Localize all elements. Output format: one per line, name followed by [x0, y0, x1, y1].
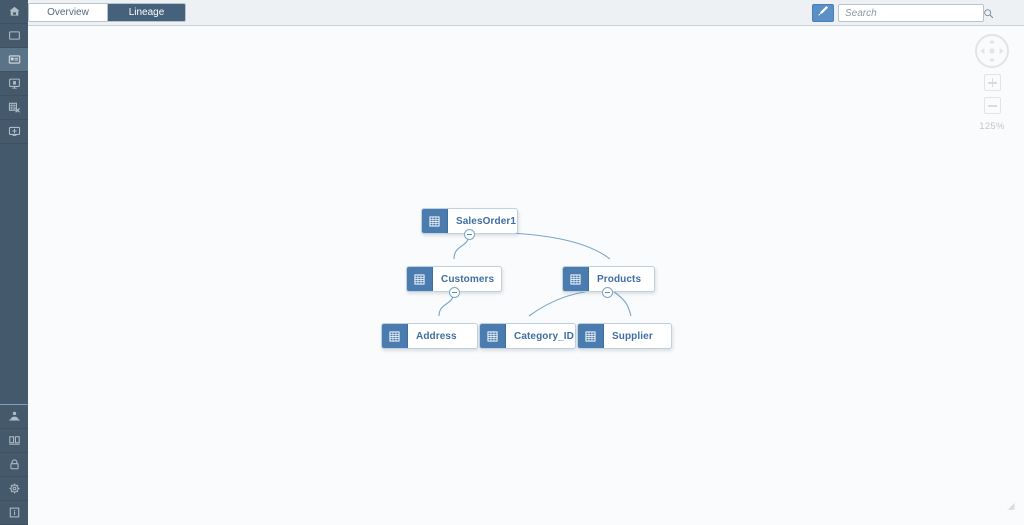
sidebar-item-monitor[interactable]: [0, 120, 28, 144]
presentation-icon: [8, 77, 21, 90]
lock-icon: [8, 458, 21, 471]
collapse-handle-salesorder1[interactable]: [464, 229, 475, 240]
rail-spacer: [0, 144, 28, 404]
table-icon: [382, 324, 408, 348]
user-group-icon: [8, 410, 21, 423]
info-icon: [8, 506, 21, 519]
lineage-node-supplier[interactable]: Supplier: [577, 323, 672, 349]
table-icon: [407, 267, 433, 291]
monitor-plus-icon: [8, 125, 21, 138]
window-icon: [8, 29, 21, 42]
zoom-in-button[interactable]: [983, 74, 1001, 91]
search-box[interactable]: [838, 4, 994, 22]
data-remove-icon: [8, 101, 21, 114]
search-input[interactable]: [839, 5, 983, 21]
lineage-node-label: SalesOrder1: [456, 215, 517, 227]
sidebar-item-users[interactable]: [0, 405, 28, 429]
sidebar-item-workspace[interactable]: [0, 24, 28, 48]
table-icon: [480, 324, 506, 348]
collapse-handle-products[interactable]: [602, 287, 613, 298]
search-icon[interactable]: [983, 8, 994, 19]
lineage-node-address[interactable]: Address: [381, 323, 478, 349]
sidebar-item-security[interactable]: [0, 453, 28, 477]
lineage-node-label: Supplier: [612, 330, 653, 342]
left-icon-rail: [0, 0, 28, 525]
table-icon: [422, 209, 448, 233]
app-root: Overview Lineage Search SalesOrder1 Cust…: [0, 0, 1024, 525]
id-card-icon: [8, 53, 21, 66]
tab-overview[interactable]: Overview: [29, 4, 107, 21]
pan-control-icon[interactable]: [975, 34, 1009, 68]
viewport-controls: 125%: [970, 34, 1014, 132]
lineage-node-category-id[interactable]: Category_ID: [479, 323, 576, 349]
lineage-node-label: Products: [597, 273, 642, 285]
lineage-node-label: Address: [416, 330, 457, 342]
collapse-handle-customers[interactable]: [449, 287, 460, 298]
sidebar-item-presentation[interactable]: [0, 72, 28, 96]
sidebar-item-layout[interactable]: [0, 429, 28, 453]
home-icon: [8, 5, 21, 18]
table-icon: [563, 267, 589, 291]
sidebar-item-home[interactable]: [0, 0, 28, 24]
sidebar-item-about[interactable]: [0, 501, 28, 525]
sidebar-item-catalog[interactable]: [0, 48, 28, 72]
collapse-arrow-icon[interactable]: [1004, 499, 1016, 517]
tab-lineage[interactable]: Lineage: [107, 4, 185, 21]
zoom-level-label: 125%: [979, 121, 1005, 132]
columns-icon: [8, 434, 21, 447]
sidebar-item-data-cleanup[interactable]: [0, 96, 28, 120]
zoom-out-button[interactable]: [983, 97, 1001, 114]
gear-icon: [8, 482, 21, 495]
sidebar-item-settings[interactable]: [0, 477, 28, 501]
tab-bar: Overview Lineage: [28, 3, 186, 22]
lineage-node-label: Category_ID: [514, 330, 575, 342]
table-icon: [578, 324, 604, 348]
lineage-node-label: Customers: [441, 273, 495, 285]
lineage-edges: [438, 231, 632, 317]
annotate-button[interactable]: [812, 4, 834, 22]
lineage-canvas[interactable]: SalesOrder1 Customers Products Address C…: [28, 26, 1024, 525]
highlighter-pen-icon: [817, 4, 830, 22]
